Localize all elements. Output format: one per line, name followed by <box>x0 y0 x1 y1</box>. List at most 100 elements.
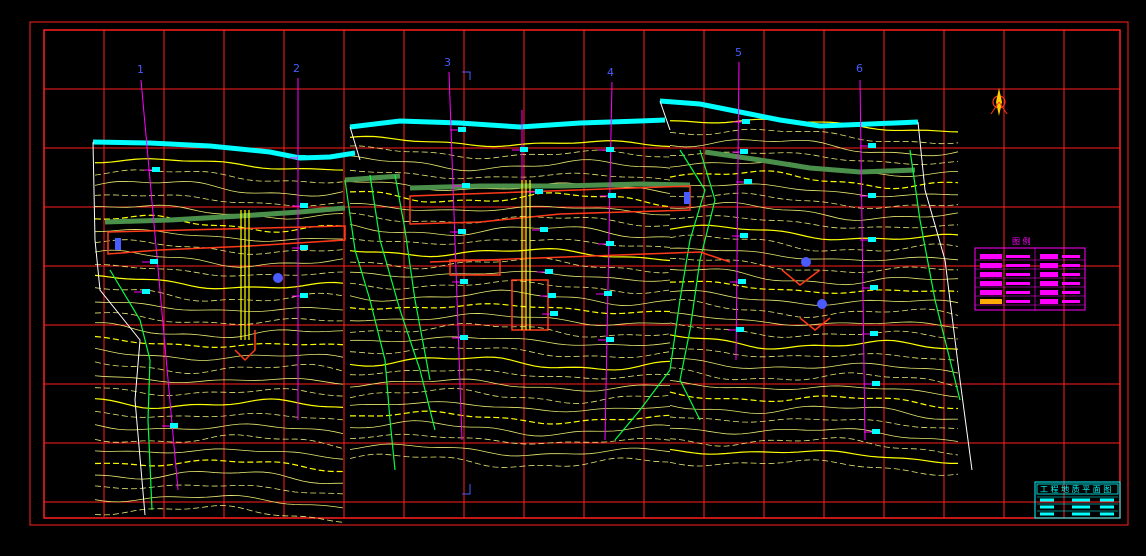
legend-text-mark <box>1006 273 1030 276</box>
borehole-marker <box>540 227 548 232</box>
contour-minor <box>95 471 344 484</box>
legend-swatch <box>980 281 1002 286</box>
contour-minor <box>669 347 959 361</box>
borehole-marker <box>606 337 614 342</box>
contour-minor <box>349 212 671 227</box>
fault-line-4 <box>109 269 153 511</box>
contour-minor <box>349 237 671 248</box>
borehole-marker <box>458 229 466 234</box>
borehole-marker <box>300 293 308 298</box>
borehole-marker <box>738 279 746 284</box>
borehole-marker <box>458 127 466 132</box>
contour-minor <box>669 459 959 476</box>
legend-swatch <box>1040 281 1058 286</box>
river-bank <box>92 98 919 161</box>
contour-minor <box>94 423 344 434</box>
borehole-marker <box>545 269 553 274</box>
contour-minor <box>349 336 671 346</box>
borehole-marker <box>520 147 528 152</box>
legend-title: 图 例 <box>1012 236 1031 246</box>
contour-major <box>669 334 959 350</box>
contour-major <box>94 335 344 348</box>
contour-major <box>669 448 959 465</box>
contour-minor <box>94 448 344 460</box>
borehole-marker <box>152 167 160 172</box>
contour-minor <box>669 322 959 340</box>
legend-text-mark <box>1006 282 1030 285</box>
road-left <box>104 205 346 225</box>
boundary-left <box>92 141 146 516</box>
title-block-cell-text <box>1072 505 1090 509</box>
legend-text-mark <box>1006 264 1030 267</box>
contour-minor <box>94 495 344 509</box>
legend-text-mark <box>1006 291 1030 294</box>
contour-minor <box>669 128 959 145</box>
title-block-cell-text <box>1040 505 1054 509</box>
contour-minor <box>94 410 344 421</box>
section-label-1: 1 <box>137 63 144 76</box>
shaft-mid <box>521 180 531 330</box>
borehole-marker <box>606 241 614 246</box>
legend-swatch <box>1040 263 1058 268</box>
legend-swatch <box>980 299 1002 304</box>
borehole-marker <box>170 423 178 428</box>
legend-text-mark <box>1062 291 1080 294</box>
survey-marker-icon <box>817 299 827 309</box>
survey-boundary <box>92 100 973 516</box>
boundary-mid-right <box>659 100 671 131</box>
legend-text-mark <box>1062 264 1080 267</box>
title-block-cell-text <box>1040 498 1054 502</box>
contour-major <box>94 274 344 290</box>
title-block-title: 工 程 地 质 平 面 图 <box>1040 484 1111 494</box>
title-block-cell-text <box>1100 498 1114 502</box>
title-block: 工 程 地 质 平 面 图 <box>1034 481 1121 519</box>
borehole-marker <box>868 193 876 198</box>
road-slope <box>344 173 401 183</box>
fault-line-6 <box>679 149 716 421</box>
legend-swatch <box>1040 290 1058 295</box>
section-labels: 1 2 3 4 5 6 <box>137 46 863 79</box>
borehole-marker <box>870 331 878 336</box>
contour-minor <box>94 347 344 361</box>
top-bracket <box>462 71 471 80</box>
borehole-marker <box>608 193 616 198</box>
borehole-marker <box>462 183 470 188</box>
legend-swatch <box>980 290 1002 295</box>
survey-marker-icon <box>801 257 811 267</box>
contour-minor <box>349 280 671 294</box>
legend-text-mark <box>1062 273 1080 276</box>
section-line-4 <box>604 81 613 441</box>
legend-swatch <box>980 272 1002 277</box>
borehole-marker <box>744 179 752 184</box>
legend-text-mark <box>1006 300 1030 303</box>
pit-right-2 <box>799 317 831 331</box>
contour-minor <box>349 346 671 358</box>
contour-minor <box>669 299 959 318</box>
section-line-5 <box>735 61 740 361</box>
borehole-marker <box>872 429 880 434</box>
grid-frame <box>29 21 1129 526</box>
borehole-marker <box>740 233 748 238</box>
contour-minor <box>669 379 959 398</box>
survey-marker-icon <box>115 238 121 250</box>
borehole-marker <box>460 335 468 340</box>
legend-text-mark <box>1062 300 1080 303</box>
borehole-marker <box>604 291 612 296</box>
section-label-2: 2 <box>293 62 300 75</box>
legend-swatch <box>1040 254 1058 259</box>
legend-text-mark <box>1062 282 1080 285</box>
title-block-rows <box>1037 496 1118 516</box>
contour-minor <box>669 357 959 374</box>
survey-marker-icon <box>273 273 283 283</box>
contour-minor <box>94 375 344 385</box>
borehole-marker <box>548 293 556 298</box>
section-label-6: 6 <box>856 62 863 75</box>
borehole-marker <box>736 327 744 332</box>
contour-minor <box>349 378 671 392</box>
title-block-cell-text <box>1100 512 1114 516</box>
fault-line-7 <box>909 149 961 401</box>
section-label-3: 3 <box>444 56 451 69</box>
contour-minor <box>349 401 671 413</box>
borehole-marker <box>142 289 150 294</box>
contour-minor <box>94 264 344 277</box>
